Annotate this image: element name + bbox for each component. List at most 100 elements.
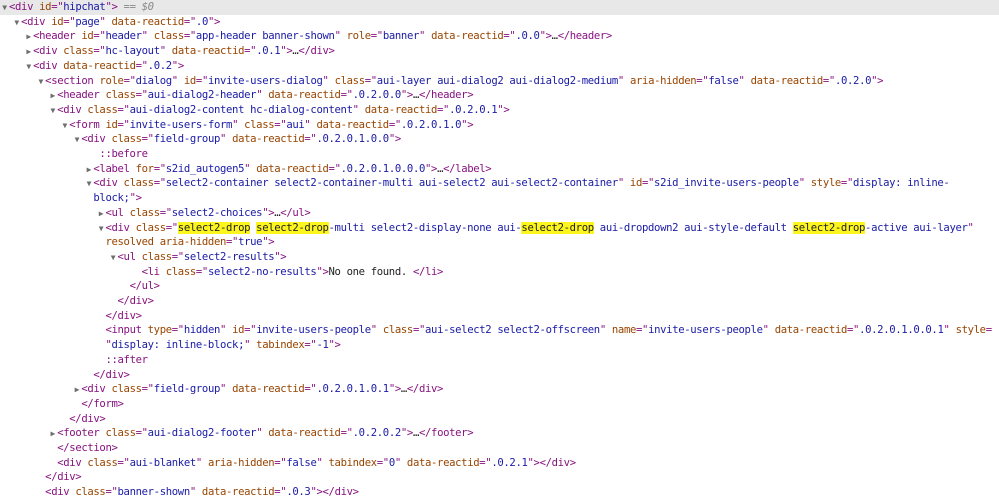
- dom-tree-line[interactable]: <div class="banner-shown" data-reactid="…: [0, 485, 999, 500]
- tag-token: ": [394, 456, 407, 469]
- attribute-value: aui-blanket: [129, 456, 197, 469]
- tag-token: <input: [105, 324, 148, 337]
- expand-triangle-icon[interactable]: ▶: [48, 88, 57, 103]
- tag-token: ": [419, 30, 432, 43]
- tag-token: ">: [461, 118, 474, 131]
- dom-tree-line[interactable]: </div>: [0, 368, 999, 383]
- attribute-value: .0.1: [256, 45, 281, 58]
- tag-token: ">: [129, 192, 142, 205]
- dom-tree-line[interactable]: ▼ <div id="page" data-reactid=".0">: [0, 15, 999, 30]
- attribute-name: data-reactid: [232, 133, 305, 146]
- dom-tree-line[interactable]: resolved aria-hidden="true">: [0, 235, 999, 250]
- tag-token: ": [316, 456, 329, 469]
- attribute-name: tabindex: [256, 339, 305, 352]
- expand-triangle-icon[interactable]: ▶: [24, 29, 33, 44]
- collapse-triangle-icon[interactable]: ▼: [48, 103, 57, 118]
- tag-token: ": [334, 30, 347, 43]
- tag-token: ": [370, 324, 383, 337]
- attribute-value: invite-users-dialog: [207, 74, 323, 87]
- dom-tree-line[interactable]: </div>: [0, 309, 999, 324]
- dom-tree-line[interactable]: </form>: [0, 397, 999, 412]
- tag-token: <div: [57, 103, 88, 116]
- attribute-name: tabindex: [328, 456, 378, 469]
- tag-token: <section: [45, 74, 100, 87]
- collapse-triangle-icon[interactable]: ▼: [0, 0, 9, 15]
- dom-tree-line[interactable]: </section>: [0, 441, 999, 456]
- dom-tree-line[interactable]: ▼ <div class="aui-dialog2-content hc-dial…: [0, 103, 999, 118]
- tag-token: ": [159, 45, 172, 58]
- tag-token: =": [117, 456, 130, 469]
- tag-token: ": [189, 486, 202, 499]
- dom-tree-line[interactable]: ▶ <div class="hc-layout" data-reactid=".0…: [0, 44, 999, 59]
- attribute-name: name: [611, 324, 637, 337]
- dom-tree-line[interactable]: ▶ <label for="s2id_autogen5" data-reactid…: [0, 162, 999, 177]
- dom-tree-line[interactable]: ▼ <form id="invite-users-form" class="aui…: [0, 118, 999, 133]
- dom-tree-line[interactable]: ▶ <header id="header" class="app-header b…: [0, 29, 999, 44]
- attribute-name: id: [629, 177, 642, 190]
- attribute-value: aui-layer aui-dialog2 aui-dialog2-medium: [376, 74, 618, 87]
- attribute-value: invite-users-form: [129, 118, 233, 131]
- tag-token: ": [171, 74, 184, 87]
- tag-token: ": [322, 74, 335, 87]
- dom-tree-line[interactable]: ::after: [0, 353, 999, 368]
- attribute-name: class: [153, 30, 184, 43]
- dom-tree-line[interactable]: ▼ <section role="dialog" id="invite-users…: [0, 74, 999, 89]
- tag-token: ">: [527, 456, 540, 469]
- dom-tree-line[interactable]: ▶ <ul class="select2-choices">…</ul>: [0, 206, 999, 221]
- dom-tree-line[interactable]: ▶ <div class="field-group" data-reactid="…: [0, 382, 999, 397]
- tag-token: <header: [57, 89, 106, 102]
- dom-tree-line[interactable]: <input type="hidden" id="invite-users-pe…: [0, 323, 999, 338]
- expand-triangle-icon[interactable]: ▶: [24, 44, 33, 59]
- dom-tree-line[interactable]: block;">: [0, 191, 999, 206]
- dom-tree-line[interactable]: ::before: [0, 147, 999, 162]
- tag-token: =": [244, 324, 257, 337]
- dom-tree-line[interactable]: </div>: [0, 412, 999, 427]
- dom-tree-line[interactable]: </div>: [0, 470, 999, 485]
- attribute-name: class: [244, 118, 275, 131]
- expand-triangle-icon[interactable]: ▶: [48, 426, 57, 441]
- tag-token: </header>: [557, 30, 613, 43]
- dom-tree-line[interactable]: ▼ <ul class="select2-results">: [0, 250, 999, 265]
- dom-tree-line[interactable]: <div class="aui-blanket" aria-hidden="fa…: [0, 456, 999, 471]
- collapse-triangle-icon[interactable]: ▼: [60, 118, 69, 133]
- dom-tree-line[interactable]: <li class="select2-no-results">No one fo…: [0, 265, 999, 280]
- tag-token: =": [340, 427, 353, 440]
- dom-tree-line[interactable]: ▼ <div class="select2-drop select2-drop-m…: [0, 221, 999, 236]
- dom-tree-line[interactable]: ▼ <div id="hipchat"> == $0: [0, 0, 999, 15]
- attribute-name: data-reactid: [171, 45, 245, 58]
- dom-tree-line[interactable]: "display: inline-block;" tabindex="-1">: [0, 338, 999, 353]
- dom-tree-line[interactable]: </ul>: [0, 279, 999, 294]
- dom-tree-line[interactable]: </div>: [0, 294, 999, 309]
- attribute-value: s2id_autogen5: [165, 162, 245, 175]
- attribute-value: .0.2.0.1.0.0: [316, 133, 389, 146]
- collapse-triangle-icon[interactable]: ▼: [72, 132, 81, 147]
- attribute-name: class: [334, 74, 365, 87]
- dom-tree-line[interactable]: ▶ <footer class="aui-dialog2-footer" data…: [0, 426, 999, 441]
- tag-token: =": [153, 177, 166, 190]
- collapse-triangle-icon[interactable]: ▼: [24, 59, 33, 74]
- tag-token: ">: [105, 1, 118, 13]
- tag-token: =": [141, 383, 154, 396]
- attribute-name: data-reactid: [406, 456, 480, 469]
- dom-tree-line[interactable]: ▶ <header class="aui-dialog2-header" data…: [0, 88, 999, 103]
- tag-token: <ul: [105, 206, 130, 219]
- dom-tree-line[interactable]: ▼ <div class="field-group" data-reactid="…: [0, 132, 999, 147]
- tag-token: <div: [33, 59, 64, 72]
- expand-triangle-icon[interactable]: ▶: [72, 382, 81, 397]
- collapse-triangle-icon[interactable]: ▼: [36, 74, 45, 89]
- tag-token: <div: [105, 221, 136, 234]
- attribute-value: aui-dialog2-header: [147, 89, 257, 102]
- attribute-value: hidden: [183, 324, 221, 337]
- dom-tree-line[interactable]: ▼ <div class="select2-container select2-c…: [0, 176, 999, 191]
- collapse-triangle-icon[interactable]: ▼: [109, 250, 118, 265]
- tag-token: ">: [310, 486, 323, 499]
- tag-token: =": [641, 177, 655, 190]
- collapse-triangle-icon[interactable]: ▼: [12, 15, 21, 30]
- tag-token: =": [274, 118, 287, 131]
- dom-tree-line[interactable]: ▼ <div data-reactid=".0.2">: [0, 59, 999, 74]
